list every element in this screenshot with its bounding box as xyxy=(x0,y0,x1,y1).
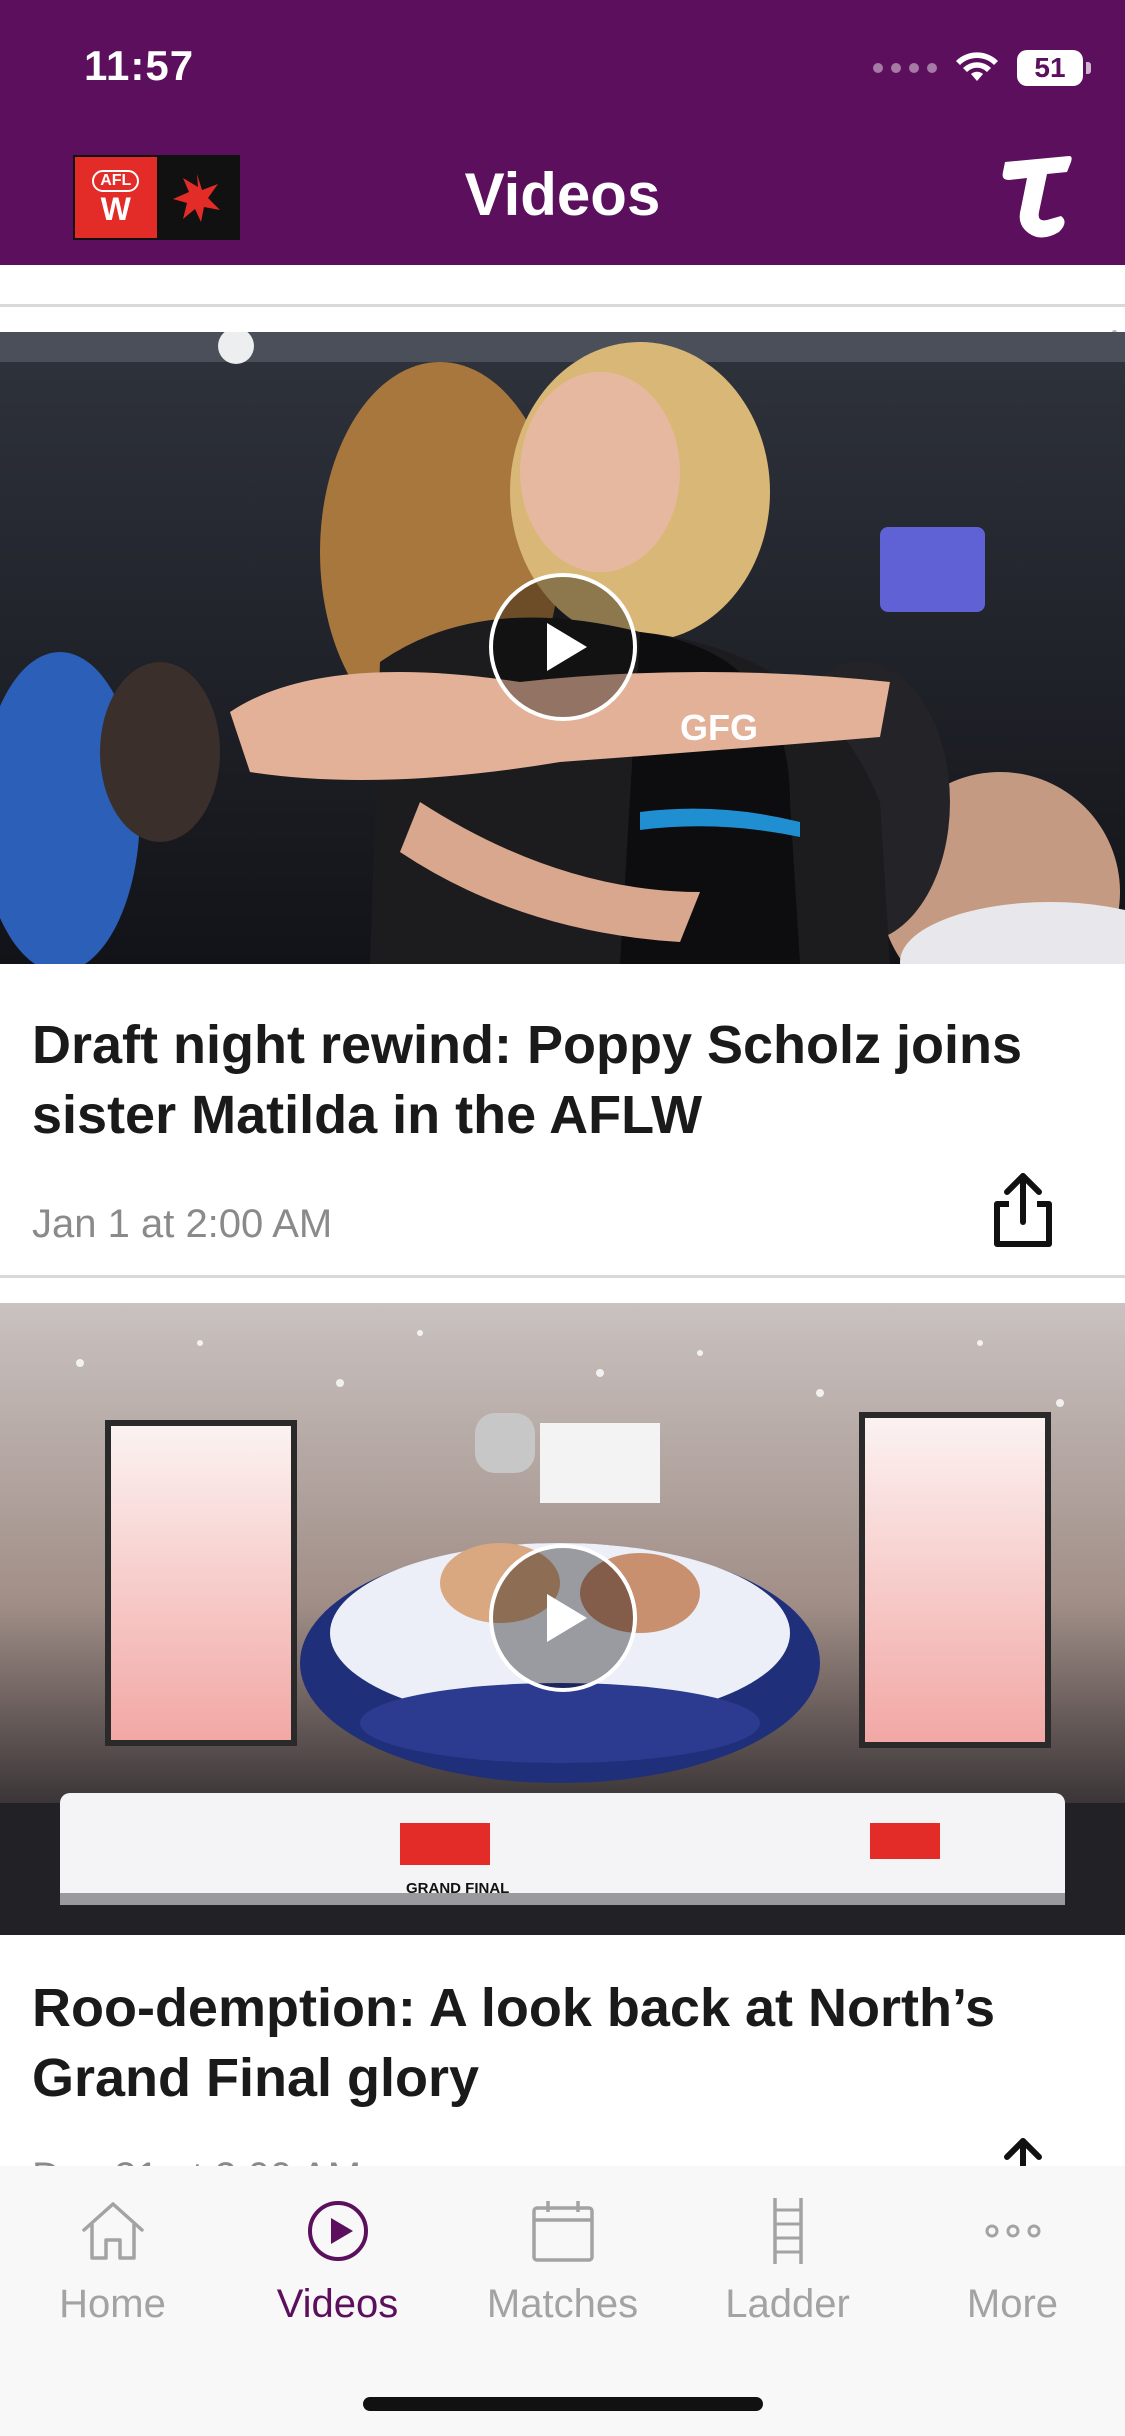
play-icon xyxy=(547,623,587,671)
video-thumbnail[interactable]: GFG xyxy=(0,332,1125,964)
calendar-icon xyxy=(531,2201,594,2262)
tab-label: Matches xyxy=(486,2282,639,2326)
play-button[interactable] xyxy=(489,573,637,721)
wifi-icon xyxy=(956,52,998,81)
video-card[interactable]: GFG Draft night rewind: Poppy Scholz joi… xyxy=(0,332,1125,1278)
tab-label: Videos xyxy=(276,2282,399,2326)
status-icons: 51 xyxy=(873,50,1091,86)
play-icon xyxy=(547,1594,587,1642)
home-icon xyxy=(81,2202,144,2260)
tab-more[interactable]: More xyxy=(900,2196,1125,2327)
home-indicator[interactable] xyxy=(363,2397,763,2411)
top-bar: 11:57 51 AFL W Videos xyxy=(0,0,1125,265)
play-button[interactable] xyxy=(489,1544,637,1692)
video-date: Jan 1 at 2:00 AM xyxy=(32,1202,333,1246)
cellular-signal-icon xyxy=(873,63,937,73)
tab-home[interactable]: Home xyxy=(0,2196,225,2327)
video-title[interactable]: Draft night rewind: Poppy Scholz joins s… xyxy=(32,1010,1092,1150)
page-title: Videos xyxy=(464,161,661,228)
tab-label: Home xyxy=(59,2282,166,2326)
tab-bar: Home Videos Matches Ladder More xyxy=(0,2166,1125,2436)
divider xyxy=(0,1275,1125,1278)
ladder-icon xyxy=(772,2198,803,2264)
telstra-logo-icon[interactable] xyxy=(999,152,1075,238)
divider xyxy=(0,304,1125,307)
battery-icon: 51 xyxy=(1017,50,1091,86)
banner-text: GRAND FINAL xyxy=(406,1880,509,1897)
more-icon xyxy=(985,2224,1040,2238)
video-title[interactable]: Roo-demption: A look back at North’s Gra… xyxy=(32,1973,1092,2113)
tab-matches[interactable]: Matches xyxy=(450,2196,675,2327)
video-card[interactable]: GRAND FINAL Roo-demption: A look back at… xyxy=(0,1303,1125,2212)
jersey-sponsor-text: GFG xyxy=(680,707,758,748)
tab-ladder[interactable]: Ladder xyxy=(675,2196,900,2327)
tab-label: Ladder xyxy=(725,2282,850,2326)
tab-videos[interactable]: Videos xyxy=(225,2196,450,2327)
tab-label: More xyxy=(966,2282,1059,2326)
play-circle-icon xyxy=(307,2201,368,2261)
video-thumbnail[interactable]: GRAND FINAL xyxy=(0,1303,1125,1935)
share-icon[interactable] xyxy=(989,1170,1057,1250)
status-time: 11:57 xyxy=(84,42,195,89)
